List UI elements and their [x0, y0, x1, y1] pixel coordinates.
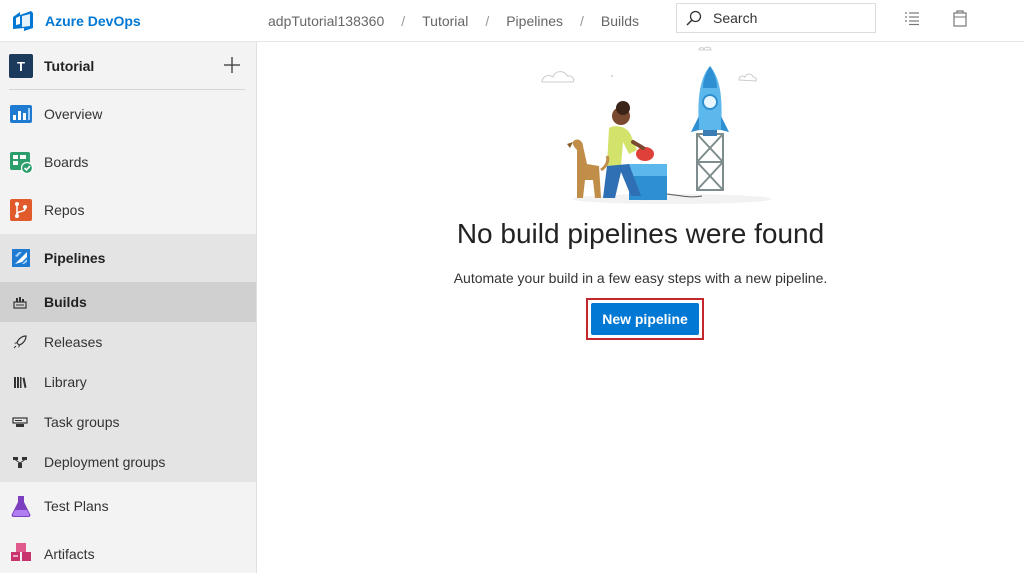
sidebar-subitem-library[interactable]: Library: [0, 362, 256, 402]
sidebar-item-pipelines[interactable]: Pipelines: [0, 234, 256, 282]
sidebar-subitem-deployment-groups[interactable]: Deployment groups: [0, 442, 256, 482]
boards-icon: [10, 152, 33, 174]
search-label: Search: [713, 10, 758, 26]
breadcrumb-organization[interactable]: adpTutorial138360: [268, 13, 384, 29]
overview-icon: [10, 105, 32, 123]
breadcrumb-builds[interactable]: Builds: [601, 13, 639, 29]
test-plans-icon: [11, 496, 31, 517]
project-name: Tutorial: [44, 58, 95, 74]
sidebar-item-test-plans[interactable]: Test Plans: [0, 482, 256, 530]
library-icon: [14, 377, 27, 388]
builds-icon: [13, 297, 27, 309]
top-bar: Azure DevOps adpTutorial138360 / Tutoria…: [0, 0, 1024, 42]
search-box[interactable]: Search: [676, 3, 876, 33]
work-items-list-icon[interactable]: [903, 9, 921, 27]
sidebar-item-boards[interactable]: Boards: [0, 138, 256, 186]
sidebar-subitem-label: Task groups: [44, 414, 120, 430]
breadcrumb-project[interactable]: Tutorial: [422, 13, 468, 29]
marketplace-bag-icon[interactable]: [951, 9, 969, 27]
sidebar-subitem-label: Deployment groups: [44, 454, 166, 470]
breadcrumb-pipelines[interactable]: Pipelines: [506, 13, 563, 29]
sidebar-item-label: Pipelines: [44, 250, 106, 266]
pipeline-rocket-illustration: [541, 46, 772, 204]
artifacts-icon: [11, 543, 31, 561]
brand[interactable]: Azure DevOps: [0, 0, 256, 42]
empty-state-description: Automate your build in a few easy steps …: [453, 270, 828, 286]
releases-icon: [13, 335, 27, 349]
sidebar: T Tutorial Overview Boards Repos Pipelin…: [0, 42, 257, 573]
add-icon[interactable]: [222, 55, 242, 75]
sidebar-item-label: Artifacts: [44, 546, 95, 562]
pipelines-icon: [12, 249, 30, 267]
project-avatar: T: [9, 54, 33, 78]
task-groups-icon: [12, 417, 28, 427]
deployment-groups-icon: [13, 457, 27, 468]
new-pipeline-highlight: New pipeline: [586, 298, 704, 340]
search-icon: [686, 10, 702, 26]
repos-icon: [10, 199, 32, 221]
breadcrumb: adpTutorial138360 / Tutorial / Pipelines…: [268, 0, 639, 42]
new-pipeline-button[interactable]: New pipeline: [591, 303, 699, 335]
sidebar-subitem-releases[interactable]: Releases: [0, 322, 256, 362]
empty-state-title: No build pipelines were found: [456, 218, 825, 249]
sidebar-item-overview[interactable]: Overview: [0, 90, 256, 138]
sidebar-item-label: Test Plans: [44, 498, 109, 514]
sidebar-subitem-builds[interactable]: Builds: [0, 282, 256, 322]
project-header[interactable]: T Tutorial: [0, 42, 256, 90]
sidebar-item-label: Boards: [44, 154, 89, 170]
sidebar-item-repos[interactable]: Repos: [0, 186, 256, 234]
brand-name: Azure DevOps: [45, 12, 141, 29]
azure-devops-logo-icon: [13, 10, 33, 31]
sidebar-subitem-label: Builds: [44, 294, 87, 310]
main-content: No build pipelines were found Automate y…: [257, 42, 1024, 573]
pipelines-submenu: Builds Releases Library Task groups Depl…: [0, 282, 256, 482]
breadcrumb-separator: /: [485, 13, 490, 29]
sidebar-item-label: Overview: [44, 106, 103, 122]
sidebar-subitem-label: Library: [44, 374, 87, 390]
sidebar-item-artifacts[interactable]: Artifacts: [0, 530, 256, 578]
sidebar-item-label: Repos: [44, 202, 85, 218]
sidebar-subitem-task-groups[interactable]: Task groups: [0, 402, 256, 442]
sidebar-subitem-label: Releases: [44, 334, 103, 350]
breadcrumb-separator: /: [580, 13, 584, 29]
breadcrumb-separator: /: [401, 13, 406, 29]
